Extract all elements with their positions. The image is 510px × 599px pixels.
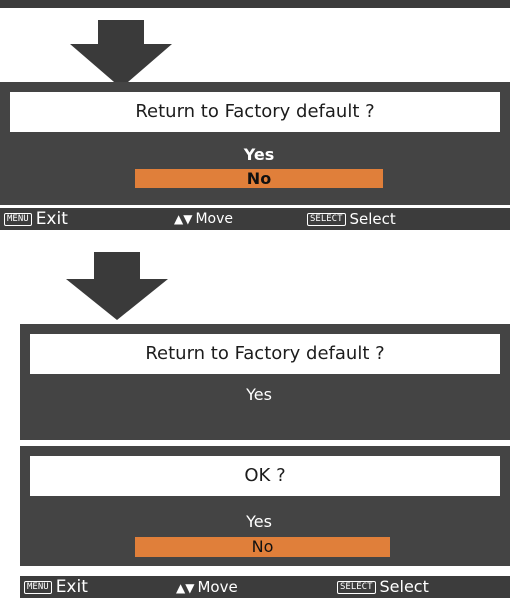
- select-hint: SELECT Select: [307, 208, 396, 230]
- ok-confirm-dialog: OK ? Yes No: [20, 446, 510, 566]
- move-label: Move: [195, 211, 234, 227]
- yes-option[interactable]: Yes: [135, 512, 383, 532]
- dialog-message: OK ?: [30, 456, 500, 496]
- menu-key-icon: MENU: [4, 213, 32, 226]
- up-down-arrow-icon: ▲▼: [174, 212, 193, 226]
- down-arrow-icon: [66, 252, 168, 320]
- move-label: Move: [197, 578, 238, 596]
- no-option[interactable]: No: [135, 537, 390, 557]
- move-hint: ▲▼ Move: [174, 208, 233, 230]
- dialog-message: Return to Factory default ?: [10, 92, 500, 132]
- up-down-arrow-icon: ▲▼: [176, 581, 195, 595]
- top-help-bar-cropped: [0, 0, 510, 8]
- dialog-message-text: Return to Factory default ?: [135, 101, 375, 122]
- select-label: Select: [349, 210, 396, 228]
- menu-key-icon: MENU: [24, 581, 52, 594]
- help-bar: MENU Exit ▲▼ Move SELECT Select: [0, 208, 510, 230]
- exit-hint: MENU Exit: [4, 208, 68, 230]
- select-key-icon: SELECT: [307, 213, 346, 226]
- move-hint: ▲▼ Move: [176, 576, 238, 598]
- select-label: Select: [379, 577, 429, 596]
- select-key-icon: SELECT: [337, 581, 376, 594]
- exit-label: Exit: [55, 577, 88, 597]
- dialog-message-text: Return to Factory default ?: [145, 343, 385, 364]
- no-option[interactable]: No: [135, 169, 383, 188]
- factory-default-dialog-confirmed: Return to Factory default ? Yes: [20, 324, 510, 440]
- select-hint: SELECT Select: [337, 576, 429, 598]
- down-arrow-icon: [70, 20, 172, 88]
- exit-hint: MENU Exit: [24, 576, 88, 598]
- factory-default-dialog: Return to Factory default ? Yes No: [0, 82, 510, 205]
- help-bar: MENU Exit ▲▼ Move SELECT Select: [20, 576, 510, 598]
- yes-option: Yes: [246, 385, 272, 404]
- yes-option[interactable]: Yes: [135, 145, 383, 165]
- exit-label: Exit: [35, 209, 68, 229]
- dialog-message-text: OK ?: [244, 465, 286, 486]
- dialog-message: Return to Factory default ?: [30, 334, 500, 374]
